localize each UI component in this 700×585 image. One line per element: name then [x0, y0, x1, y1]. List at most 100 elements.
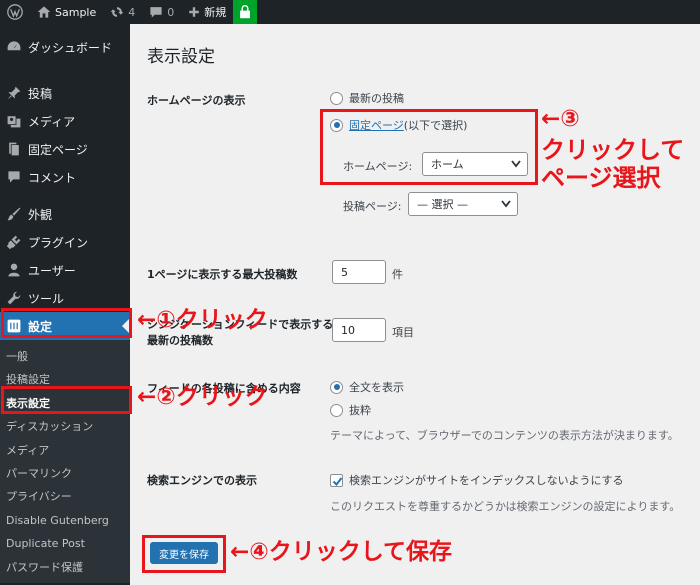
- submenu-item-discussion[interactable]: ディスカッション: [0, 415, 130, 438]
- site-name: Sample: [55, 5, 97, 19]
- posts-per-page-label: 1ページに表示する最大投稿数: [147, 268, 298, 281]
- select-label: 投稿ページ:: [343, 200, 402, 213]
- updates-count: 4: [128, 5, 136, 19]
- search-engine-description: このリクエストを尊重するかどうかは検索エンジンの設定によります。: [330, 500, 681, 513]
- annotation-step3-line2: ページ選択: [541, 164, 661, 192]
- sidebar-item-tools[interactable]: ツール: [0, 284, 130, 312]
- home-icon: [37, 6, 51, 18]
- settings-submenu: 一般 投稿設定 表示設定 ディスカッション メディア パーマリンク プライバシー…: [0, 340, 130, 583]
- settings-content: 表示設定 ホームページの表示 最新の投稿 固定ページ (以下で選択) ホームペー…: [130, 24, 700, 585]
- admin-sidebar: ダッシュボード 投稿 メディア 固定ページ コメント 外観 プラグイン ユーザー…: [0, 24, 130, 585]
- new-content-link[interactable]: 新規: [181, 0, 233, 24]
- homepage-display-label: ホームページの表示: [147, 94, 246, 107]
- select-value: ホーム: [431, 158, 464, 171]
- radio-button[interactable]: [330, 403, 343, 417]
- postspage-select-label: 投稿ページ:: [343, 198, 402, 214]
- wrench-icon: [7, 291, 21, 305]
- pages-icon: [9, 142, 19, 156]
- noindex-checkbox[interactable]: [330, 473, 343, 487]
- feed-count-input[interactable]: 10: [332, 318, 386, 342]
- updates-link[interactable]: 4: [103, 0, 142, 24]
- posts-per-page-unit: 件: [392, 268, 403, 281]
- noindex-checkbox-row[interactable]: 検索エンジンがサイトをインデックスしないようにする: [330, 472, 624, 488]
- submenu-item-duplicate-post[interactable]: Duplicate Post: [0, 532, 130, 555]
- radio-latest-posts[interactable]: 最新の投稿: [330, 90, 404, 106]
- homepage-select[interactable]: ホーム: [422, 152, 528, 176]
- sidebar-item-dashboard[interactable]: ダッシュボード: [0, 24, 130, 70]
- wordpress-icon: [7, 4, 23, 20]
- radio-full-text[interactable]: 全文を表示: [330, 379, 404, 395]
- annotation-step3-line1: クリックして: [541, 136, 685, 164]
- radio-excerpt[interactable]: 抜粋: [330, 402, 371, 418]
- annotation-step3: ←③: [541, 106, 580, 132]
- chevron-down-icon: [511, 160, 521, 168]
- checkbox-label: 検索エンジンがサイトをインデックスしないようにする: [349, 474, 624, 487]
- settings-icon: [7, 319, 21, 333]
- option-suffix: (以下で選択): [403, 119, 468, 132]
- new-label: 新規: [204, 6, 227, 19]
- submenu-item-writing[interactable]: 投稿設定: [0, 368, 130, 391]
- annotation-step4: ←④クリックして保存: [230, 539, 453, 565]
- submenu-item-reading[interactable]: 表示設定: [0, 392, 130, 415]
- sidebar-label: 固定ページ: [28, 142, 88, 157]
- sidebar-item-pages[interactable]: 固定ページ: [0, 135, 130, 163]
- save-changes-button[interactable]: 変更を保存: [150, 542, 218, 564]
- radio-static-page[interactable]: 固定ページ (以下で選択): [330, 117, 467, 133]
- radio-button[interactable]: [330, 380, 343, 394]
- feed-count-label-line2: 最新の投稿数: [147, 334, 213, 347]
- option-label: 全文を表示: [349, 381, 404, 394]
- page-title: 表示設定: [147, 47, 215, 67]
- submenu-item-general[interactable]: 一般: [0, 345, 130, 368]
- option-label: 最新の投稿: [349, 92, 404, 105]
- sidebar-label: コメント: [28, 170, 77, 185]
- plus-icon: [189, 7, 200, 17]
- sidebar-label: ダッシュボード: [28, 40, 113, 55]
- sidebar-label: ユーザー: [28, 263, 76, 278]
- pin-icon: [7, 86, 21, 100]
- radio-button[interactable]: [330, 118, 343, 132]
- updates-icon: [110, 7, 124, 17]
- password-protect-indicator[interactable]: [233, 0, 258, 24]
- sidebar-item-plugins[interactable]: プラグイン: [0, 228, 130, 256]
- sidebar-item-appearance[interactable]: 外観: [0, 200, 130, 228]
- input-value: 10: [341, 323, 355, 337]
- posts-per-page-input[interactable]: 5: [332, 260, 386, 284]
- input-value: 5: [341, 265, 348, 279]
- check-icon: [332, 476, 343, 486]
- submenu-item-password-protect[interactable]: パスワード保護: [0, 556, 130, 579]
- comment-icon: [150, 7, 162, 18]
- sidebar-label: 設定: [28, 319, 53, 334]
- wordpress-logo-button[interactable]: [0, 0, 30, 24]
- search-engine-label: 検索エンジンでの表示: [147, 474, 257, 487]
- submenu-item-permalinks[interactable]: パーマリンク: [0, 462, 130, 485]
- comments-link[interactable]: 0: [142, 0, 181, 24]
- media-icon: [7, 116, 21, 128]
- submenu-item-disable-gutenberg[interactable]: Disable Gutenberg: [0, 509, 130, 532]
- sidebar-item-users[interactable]: ユーザー: [0, 256, 130, 284]
- sidebar-label: プラグイン: [28, 235, 89, 250]
- sidebar-label: 投稿: [28, 86, 53, 101]
- submenu-item-privacy[interactable]: プライバシー: [0, 485, 130, 508]
- submenu-item-media[interactable]: メディア: [0, 439, 130, 462]
- brush-icon: [7, 207, 21, 221]
- sidebar-item-settings[interactable]: 設定: [0, 312, 130, 340]
- chevron-down-icon: [501, 200, 511, 208]
- sidebar-item-posts[interactable]: 投稿: [0, 79, 130, 107]
- select-value: — 選択 —: [417, 198, 468, 211]
- plugin-icon: [6, 235, 21, 250]
- sidebar-label: メディア: [28, 114, 76, 129]
- annotation-step1: ←①クリック: [137, 307, 268, 333]
- comments-count: 0: [167, 5, 175, 19]
- static-page-link[interactable]: 固定ページ: [349, 117, 404, 133]
- postspage-select[interactable]: — 選択 —: [408, 192, 518, 216]
- annotation-step2: ←②クリック: [137, 384, 268, 410]
- sidebar-item-comments[interactable]: コメント: [0, 163, 130, 191]
- select-label: ホームページ:: [343, 160, 413, 173]
- site-name-link[interactable]: Sample: [30, 0, 103, 24]
- sidebar-label: 外観: [28, 207, 53, 222]
- radio-button[interactable]: [330, 91, 343, 105]
- homepage-select-label: ホームページ:: [343, 158, 412, 174]
- sidebar-item-media[interactable]: メディア: [0, 107, 130, 135]
- admin-bar: Sample 4 0 新規: [0, 0, 700, 24]
- comment-icon: [8, 171, 20, 183]
